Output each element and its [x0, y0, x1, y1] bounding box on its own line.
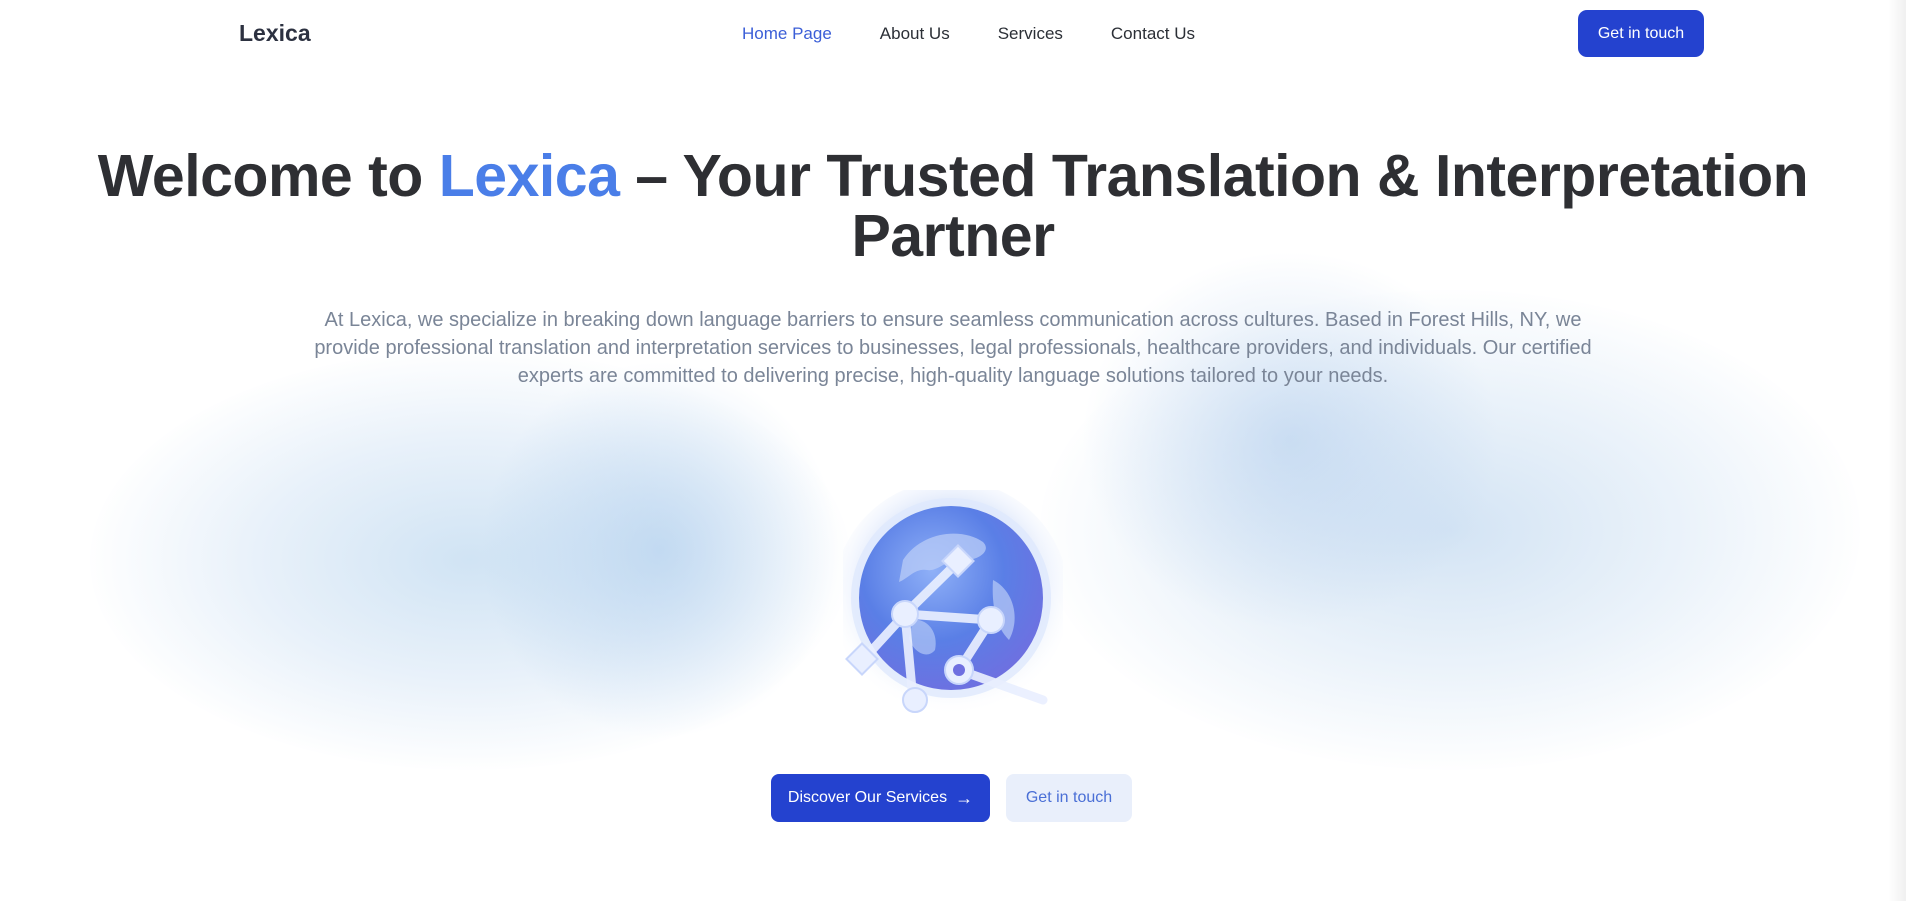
background-glow-left-inner — [480, 360, 840, 740]
nav-link-contact[interactable]: Contact Us — [1111, 24, 1195, 44]
nav-links: Home Page About Us Services Contact Us — [742, 24, 1195, 44]
arrow-right-icon: → — [955, 787, 974, 808]
hero-description: At Lexica, we specialize in breaking dow… — [314, 309, 1592, 387]
nav-get-in-touch-button[interactable]: Get in touch — [1578, 10, 1704, 57]
landing-page: Lexica Home Page About Us Services Conta… — [0, 0, 1906, 901]
background-glow-left — [90, 350, 850, 770]
brand-logo[interactable]: Lexica — [239, 20, 311, 47]
hero-title-accent: Lexica — [438, 143, 620, 209]
globe-network-icon — [833, 480, 1069, 740]
nav-link-about[interactable]: About Us — [880, 24, 950, 44]
nav-link-services[interactable]: Services — [998, 24, 1063, 44]
discover-services-label: Discover Our Services — [787, 789, 948, 806]
hero-title: Welcome to Lexica – Your Trusted Transla… — [0, 146, 1906, 266]
get-in-touch-button[interactable]: Get in touch — [1006, 774, 1132, 822]
hero-title-suffix: – Your Trusted Translation & Interpretat… — [619, 143, 1809, 269]
right-edge-shadow — [1888, 0, 1906, 901]
top-navigation: Lexica Home Page About Us Services Conta… — [0, 0, 1906, 68]
nav-link-home[interactable]: Home Page — [742, 24, 832, 44]
discover-services-button[interactable]: Discover Our Services → — [771, 774, 990, 822]
hero-title-prefix: Welcome to — [97, 143, 439, 209]
